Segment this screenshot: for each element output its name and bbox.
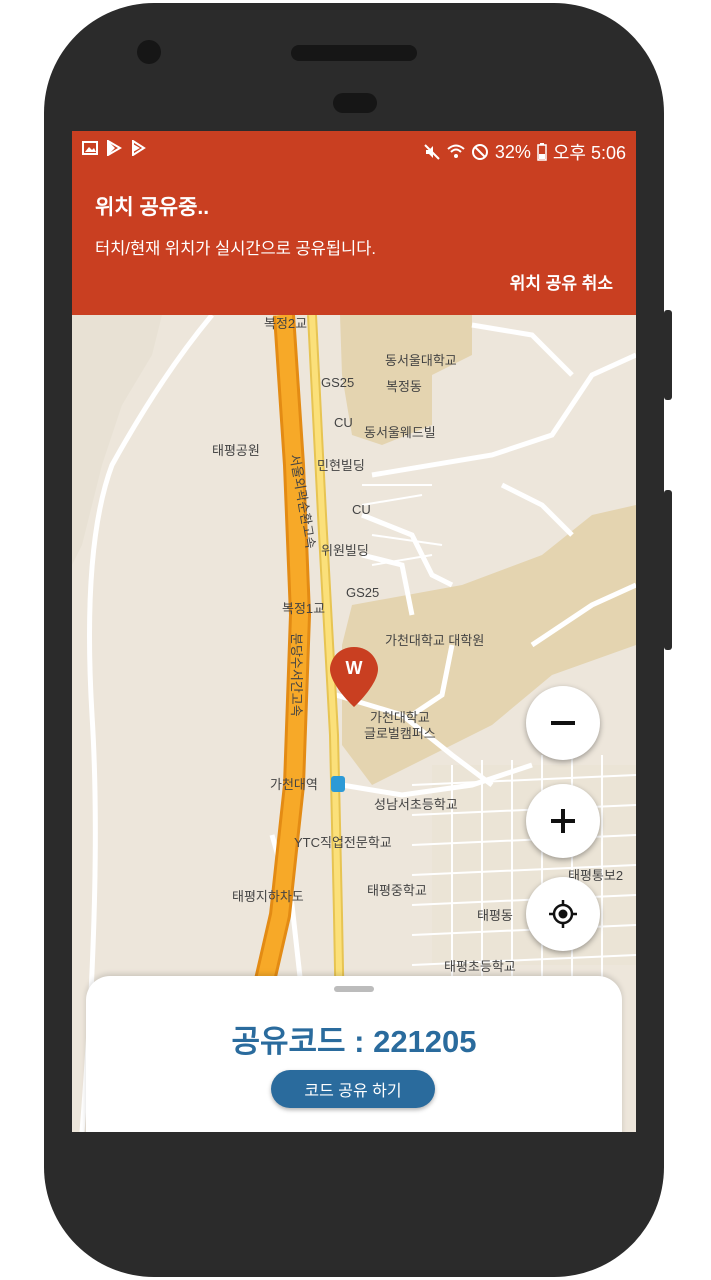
map-label: 복정1교	[282, 601, 325, 616]
map-label: 가천대학교 대학원	[385, 633, 484, 648]
map-label: GS25	[321, 375, 354, 390]
map-label: GS25	[346, 585, 379, 600]
power-button	[664, 310, 672, 400]
map-label: 글로벌캠퍼스	[364, 726, 436, 741]
map-label: 가천대학교	[370, 710, 430, 725]
minus-icon	[551, 721, 575, 725]
map-label: 태평초등학교	[444, 959, 516, 974]
battery-icon	[537, 143, 547, 161]
image-icon	[82, 141, 98, 155]
share-code-sheet[interactable]: 공유코드 : 221205 코드 공유 하기	[86, 976, 622, 1132]
map-label: 동서울웨드빌	[364, 425, 436, 440]
status-right: 32% 오후 5:06	[423, 139, 626, 165]
screen: 32% 오후 5:06 위치 공유중.. 터치/현재 위치가 실시간으로 공유됩…	[72, 131, 636, 1132]
zoom-in-button[interactable]	[526, 784, 600, 858]
map-label: 태평동	[477, 908, 513, 923]
speaker-grille	[291, 45, 417, 61]
notification-title: 위치 공유중..	[95, 196, 210, 219]
sheet-drag-handle[interactable]	[334, 986, 374, 992]
map-label: 복정동	[386, 379, 422, 394]
volume-buttons	[664, 490, 672, 650]
status-bar: 32% 오후 5:06	[72, 131, 636, 169]
sharing-notification[interactable]: 위치 공유중.. 터치/현재 위치가 실시간으로 공유됩니다. 위치 공유 취소	[72, 169, 636, 315]
map-label: CU	[352, 502, 371, 517]
map-label: 동서울대학교	[385, 353, 457, 368]
share-code-text: 공유코드 : 221205	[231, 1024, 477, 1059]
block-icon	[471, 144, 488, 160]
subway-station-icon	[331, 776, 345, 792]
wifi-icon	[447, 144, 465, 158]
status-left-icons	[82, 140, 146, 156]
map-label: CU	[334, 415, 353, 430]
play-icon	[132, 140, 146, 156]
map-label: YTC직업전문학교	[294, 835, 392, 850]
mute-icon	[424, 144, 440, 160]
zoom-out-button[interactable]	[526, 686, 600, 760]
map-label: 태평공원	[212, 443, 260, 458]
map-label: 복정2교	[264, 316, 307, 331]
clock: 오후 5:06	[552, 143, 626, 163]
map-label: 가천대역	[270, 777, 318, 792]
map-label: 분당수서간고속	[289, 633, 304, 717]
notification-message: 터치/현재 위치가 실시간으로 공유됩니다.	[95, 240, 376, 258]
map-label: 민현빌딩	[317, 458, 365, 473]
map-label: 태평지하차도	[232, 889, 304, 904]
front-camera	[137, 40, 161, 64]
map-label: 성남서초등학교	[374, 797, 458, 812]
my-location-button[interactable]	[526, 877, 600, 951]
play-store-icon	[107, 140, 122, 156]
my-location-icon	[549, 900, 577, 928]
map-label: 위원빌딩	[321, 543, 369, 558]
battery-percent: 32%	[494, 141, 531, 162]
proximity-sensor	[333, 93, 377, 113]
marker-letter: W	[346, 658, 363, 678]
cancel-sharing-button[interactable]: 위치 공유 취소	[510, 269, 613, 294]
map-label: 태평중학교	[367, 883, 427, 898]
share-code-button[interactable]: 코드 공유 하기	[271, 1070, 435, 1108]
plus-icon	[551, 809, 575, 833]
